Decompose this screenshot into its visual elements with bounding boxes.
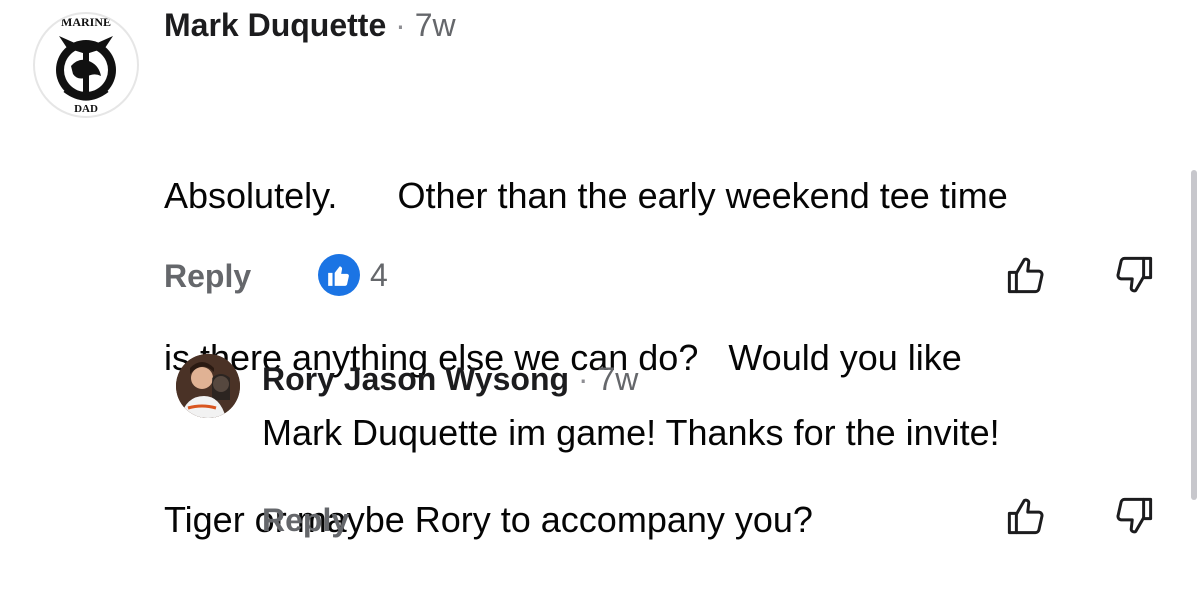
reply-body: Mark Duquette im game! Thanks for the in…	[262, 412, 1000, 453]
thumbs-up-outline-icon[interactable]	[1002, 492, 1050, 540]
thumbs-down-outline-icon[interactable]	[1110, 492, 1158, 540]
thumbs-up-filled-icon	[318, 254, 360, 296]
reply-time[interactable]: 7w	[597, 361, 638, 397]
reply-reply-button[interactable]: Reply	[262, 502, 349, 539]
like-count: 4	[370, 256, 388, 293]
comment-author-name[interactable]: Mark Duquette	[164, 7, 386, 43]
comment-separator: ·	[395, 7, 406, 43]
marine-dad-emblem-icon: MARINE DAD	[56, 15, 116, 115]
scrollbar[interactable]	[1191, 170, 1197, 500]
reply-author-name[interactable]: Rory Jason Wysong	[262, 361, 569, 397]
avatar-bottom-text: DAD	[74, 103, 98, 115]
comment-author-line: Mark Duquette · 7w	[164, 7, 456, 44]
profile-photo-icon	[176, 354, 240, 418]
avatar-rory-jason-wysong[interactable]	[176, 354, 240, 418]
reply-separator: ·	[577, 361, 589, 397]
reply-author-line: Rory Jason Wysong · 7w	[262, 361, 638, 398]
comment-line: Absolutely. Other than the early weekend…	[164, 175, 1008, 216]
thumbs-up-outline-icon[interactable]	[1002, 251, 1050, 299]
comment-time[interactable]: 7w	[415, 7, 456, 43]
comment-likes[interactable]: 4	[318, 254, 388, 296]
avatar-top-text: MARINE	[61, 15, 111, 29]
thumbs-down-outline-icon[interactable]	[1110, 251, 1158, 299]
comment-reply-button[interactable]: Reply	[164, 258, 251, 295]
avatar-mark-duquette[interactable]: MARINE DAD	[33, 12, 139, 118]
